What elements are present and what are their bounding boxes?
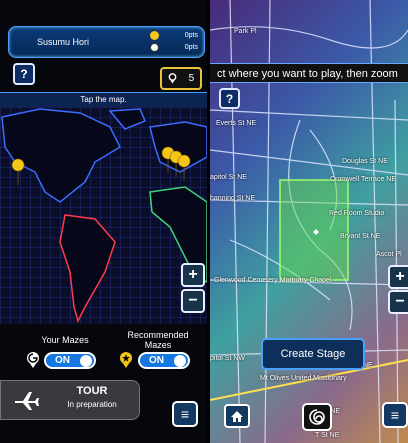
tap-instruction: Tap the map. <box>0 92 207 108</box>
street-label: Park Pl <box>234 28 257 35</box>
menu-button[interactable]: ≡ <box>382 402 408 428</box>
coin-icon <box>149 31 159 40</box>
recommended-mazes-toggle[interactable]: ON <box>138 352 190 369</box>
world-map[interactable]: + − <box>0 107 207 324</box>
world-map-screen: Susumu Hori 0pts 0pts ? 5 Tap the map. +… <box>0 0 207 443</box>
create-stage-button[interactable]: Create Stage <box>261 338 365 370</box>
street-label: Cromwell Terrace NE <box>330 176 396 183</box>
street-label: T St NE <box>315 432 340 439</box>
pin-icon <box>168 73 177 84</box>
tour-subtitle: In preparation <box>67 400 117 409</box>
stat-2-value: 0pts <box>184 44 198 51</box>
stat-row-2: 0pts <box>149 43 198 52</box>
street-label: Mt Olives United Missionary <box>260 375 347 382</box>
tour-title: TOUR <box>76 385 108 397</box>
toggle-state: ON <box>55 355 70 366</box>
menu-button[interactable]: ≡ <box>172 401 198 427</box>
recommended-label-line1: Recommended <box>127 330 189 340</box>
maze-pin-icon <box>27 352 39 368</box>
stat-row-1: 0pts <box>149 31 198 40</box>
street-label: Red Room Studio <box>329 210 385 217</box>
street-label: Everts St NE <box>216 120 257 127</box>
street-label: apitol St NE <box>210 174 247 181</box>
street-label: Douglas St NE <box>342 158 388 165</box>
zoom-in-button[interactable]: + <box>388 265 408 289</box>
medal-icon <box>149 43 159 52</box>
toggle-knob <box>80 355 92 367</box>
player-name: Susumu Hori <box>37 37 90 47</box>
street-label: hanning St NE <box>210 195 256 202</box>
help-button[interactable]: ? <box>219 88 240 109</box>
star-pin-icon <box>120 352 132 368</box>
instruction-banner: ct where you want to play, then zoom <box>210 63 408 83</box>
home-button[interactable] <box>224 404 250 428</box>
toggle-knob <box>174 355 186 367</box>
swirl-icon <box>309 409 325 425</box>
maze-button[interactable] <box>302 403 332 431</box>
street-label: Glenwood Cemetery Mortuary Chapel <box>214 277 332 284</box>
home-icon <box>231 410 243 422</box>
toggle-state: ON <box>149 355 164 366</box>
zoom-in-button[interactable]: + <box>181 263 205 287</box>
pin-count: 5 <box>188 73 195 84</box>
zoom-out-button[interactable]: − <box>388 290 408 314</box>
your-mazes-toggle[interactable]: ON <box>44 352 96 369</box>
your-mazes-label: Your Mazes <box>41 335 89 345</box>
stage-select-screen: Park Pl Everts St NE Douglas St NE Cromw… <box>210 0 408 443</box>
street-label: Bryant St NE <box>340 233 381 240</box>
world-map-canvas[interactable] <box>0 107 207 324</box>
zoom-out-button[interactable]: − <box>181 289 205 313</box>
street-label: Ascot Pl <box>376 251 402 258</box>
recommended-mazes-label: Recommended Mazes <box>118 330 198 350</box>
stat-1-value: 0pts <box>184 32 198 39</box>
selection-area <box>279 179 349 281</box>
player-card[interactable]: Susumu Hori 0pts 0pts <box>8 26 205 58</box>
recommended-label-line2: Mazes <box>144 340 172 350</box>
help-button[interactable]: ? <box>13 63 35 85</box>
street-label: pitol St NW <box>210 355 246 362</box>
airplane-icon <box>15 392 39 410</box>
pin-counter[interactable]: 5 <box>160 67 202 90</box>
tour-button[interactable]: TOUR In preparation <box>0 380 140 420</box>
